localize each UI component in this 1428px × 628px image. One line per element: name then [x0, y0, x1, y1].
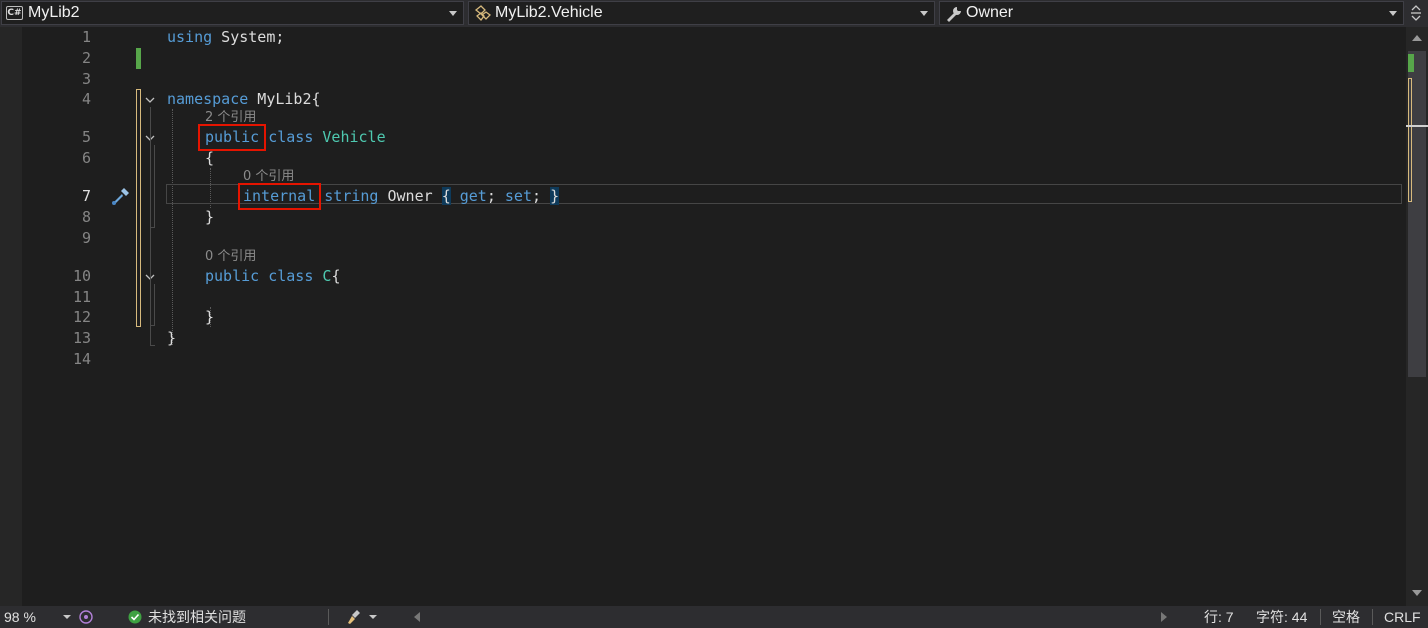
divider	[1320, 609, 1321, 625]
type-dropdown[interactable]: MyLib2.Vehicle	[468, 1, 935, 25]
brace-match: }	[550, 187, 560, 205]
line-number: 13	[72, 329, 91, 347]
copilot-icon[interactable]	[78, 609, 94, 625]
line-number: 9	[81, 229, 91, 247]
line-number: 8	[81, 208, 91, 226]
char-indicator[interactable]: 字符: 44	[1256, 606, 1307, 628]
code-line-8: }	[205, 208, 215, 226]
indentation-indicator[interactable]: 空格	[1332, 606, 1360, 628]
divider	[1372, 609, 1373, 625]
code-line-12: }	[205, 308, 215, 326]
divider	[328, 609, 329, 625]
code-text: MyLib2{	[248, 90, 321, 108]
outline-line	[150, 107, 151, 345]
member-label: Owner	[966, 4, 1014, 21]
wrench-icon	[947, 7, 961, 22]
glyph-margin	[0, 27, 22, 606]
check-circle-icon	[128, 610, 142, 624]
keyword: namespace	[167, 90, 249, 108]
line-number: 3	[81, 70, 91, 88]
brace-match: {	[441, 187, 451, 205]
code-text: ;	[532, 187, 542, 205]
line-ending-indicator[interactable]: CRLF	[1384, 606, 1421, 628]
scroll-change-marker	[1408, 54, 1414, 72]
line-number: 1	[81, 28, 91, 46]
code-text: System;	[212, 28, 285, 46]
unsaved-change-marker	[136, 89, 141, 327]
member-dropdown[interactable]: Owner	[939, 1, 1404, 25]
code-line-13: }	[167, 329, 177, 347]
chevron-down-icon	[1389, 11, 1397, 16]
scroll-up-arrow-icon[interactable]	[1412, 35, 1422, 41]
line-indicator[interactable]: 行: 7	[1204, 606, 1234, 628]
line-number: 6	[81, 149, 91, 167]
code-editor[interactable]: 1 2 3 4 5 6 7 8 9 10 11 12 13 14 using S…	[0, 27, 1406, 606]
vertical-scrollbar[interactable]	[1406, 27, 1428, 606]
saved-change-marker	[136, 48, 141, 69]
keyword: public	[205, 267, 260, 285]
outline-end	[150, 345, 155, 346]
highlight-box-internal	[238, 183, 321, 210]
class-icon	[474, 5, 491, 21]
line-number: 2	[81, 49, 91, 67]
zoom-level[interactable]: 98 %	[4, 606, 36, 628]
property-name: Owner	[387, 187, 433, 205]
keyword: class	[268, 267, 314, 285]
screwdriver-icon[interactable]	[110, 185, 132, 207]
code-line-1: using System;	[167, 27, 284, 47]
code-line-6: {	[205, 149, 215, 167]
indent-guide	[172, 109, 173, 345]
type-name: Vehicle	[322, 128, 386, 146]
codelens-references[interactable]: 0 个引用	[205, 249, 256, 265]
project-dropdown[interactable]: C# MyLib2	[1, 1, 464, 25]
scroll-left-arrow-icon[interactable]	[414, 612, 420, 622]
scroll-change-marker	[1408, 78, 1412, 202]
chevron-down-icon[interactable]	[369, 615, 377, 619]
outline-end	[150, 325, 155, 326]
line-number: 4	[81, 90, 91, 108]
code-text: ;	[486, 187, 496, 205]
keyword: set	[504, 187, 532, 205]
code-line-4: namespace MyLib2{	[167, 89, 321, 109]
code-line-10: public class C{	[205, 266, 340, 286]
code-text: {	[331, 267, 341, 285]
chevron-down-icon	[449, 11, 457, 16]
outline-line	[154, 145, 155, 227]
csharp-project-icon: C#	[6, 6, 23, 20]
scroll-down-arrow-icon[interactable]	[1412, 590, 1422, 596]
line-number: 11	[72, 288, 91, 306]
line-number: 14	[72, 350, 91, 368]
chevron-down-icon	[920, 11, 928, 16]
keyword: get	[459, 187, 487, 205]
highlight-box-public	[198, 124, 266, 151]
split-window-icon[interactable]	[1404, 4, 1428, 22]
issues-status[interactable]: 未找到相关问题	[148, 606, 246, 628]
code-cleanup-broom-icon[interactable]	[346, 609, 364, 625]
scroll-caret-marker	[1406, 125, 1428, 127]
keyword: string	[324, 187, 379, 205]
chevron-down-icon[interactable]	[63, 615, 71, 619]
outline-end	[150, 227, 155, 228]
collapse-chevron-icon[interactable]	[144, 94, 156, 106]
line-number: 5	[81, 128, 91, 146]
navigation-bar: C# MyLib2 MyLib2.Vehicle Owner	[0, 0, 1428, 27]
line-number: 10	[72, 267, 91, 285]
type-label: MyLib2.Vehicle	[495, 4, 603, 21]
scroll-right-arrow-icon[interactable]	[1161, 612, 1167, 622]
status-bar: 98 % 未找到相关问题 行: 7 字符: 44 空格 CRLF	[0, 606, 1428, 628]
keyword: class	[268, 128, 314, 146]
outline-line	[154, 284, 155, 326]
project-label: MyLib2	[28, 4, 80, 21]
line-number: 12	[72, 308, 91, 326]
keyword: using	[167, 28, 213, 46]
line-number-current: 7	[81, 187, 91, 205]
